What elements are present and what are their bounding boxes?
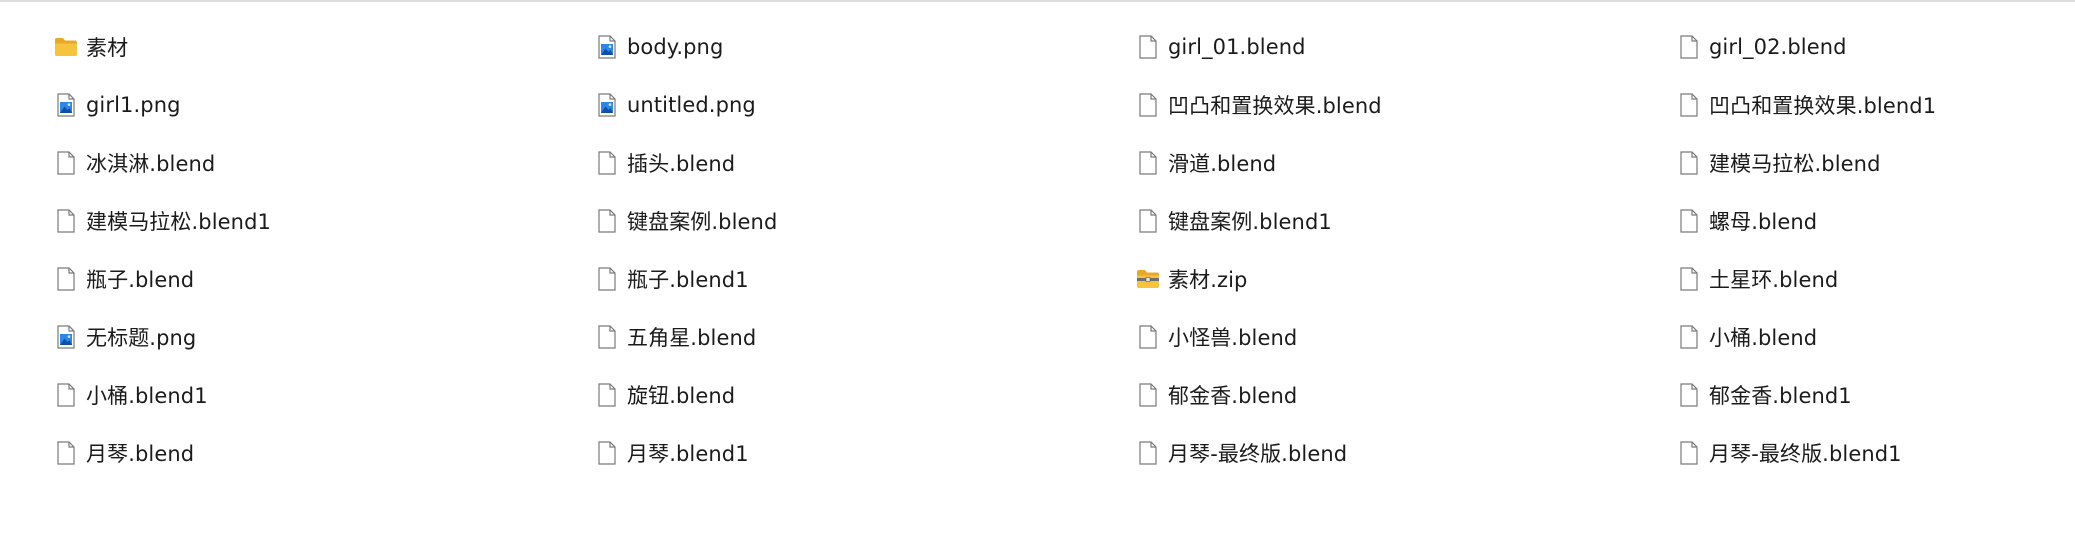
file-name: 滑道.blend — [1168, 152, 1277, 176]
file-icon — [595, 207, 619, 235]
file-item[interactable]: 郁金香.blend — [1136, 366, 1677, 424]
file-name: 月琴.blend — [86, 442, 195, 466]
file-name: 土星环.blend — [1709, 268, 1839, 292]
file-icon — [1677, 381, 1701, 409]
file-name: 小桶.blend — [1709, 326, 1818, 350]
file-icon — [1136, 207, 1160, 235]
file-icon — [1136, 149, 1160, 177]
file-icon — [1136, 323, 1160, 351]
file-name: 插头.blend — [627, 152, 736, 176]
file-name: 月琴-最终版.blend — [1168, 442, 1348, 466]
file-item[interactable]: 瓶子.blend1 — [595, 250, 1136, 308]
file-name: 小怪兽.blend — [1168, 326, 1298, 350]
file-icon — [1136, 33, 1160, 61]
file-name: 键盘案例.blend1 — [1168, 210, 1332, 234]
file-icon — [54, 265, 78, 293]
file-item[interactable]: 冰淇淋.blend — [54, 134, 595, 192]
file-icon — [1677, 265, 1701, 293]
file-item[interactable]: 月琴.blend — [54, 424, 595, 482]
file-name: 凹凸和置换效果.blend — [1168, 94, 1382, 118]
file-item[interactable]: 月琴-最终版.blend — [1136, 424, 1677, 482]
file-name: 素材.zip — [1168, 268, 1248, 292]
file-icon — [1677, 323, 1701, 351]
file-name: 瓶子.blend — [86, 268, 195, 292]
file-name: 月琴-最终版.blend1 — [1709, 442, 1902, 466]
file-name: 瓶子.blend1 — [627, 268, 749, 292]
file-item[interactable]: 无标题.png — [54, 308, 595, 366]
file-item[interactable]: 月琴-最终版.blend1 — [1677, 424, 2054, 482]
file-name: girl_02.blend — [1709, 35, 1847, 59]
file-icon — [1677, 33, 1701, 61]
file-icon — [54, 207, 78, 235]
file-item[interactable]: 螺母.blend — [1677, 192, 2054, 250]
file-item[interactable]: 插头.blend — [595, 134, 1136, 192]
file-icon — [595, 323, 619, 351]
file-icon — [1136, 381, 1160, 409]
file-item[interactable]: 月琴.blend1 — [595, 424, 1136, 482]
file-name: 五角星.blend — [627, 326, 757, 350]
file-name: 凹凸和置换效果.blend1 — [1709, 94, 1937, 118]
file-icon — [1677, 91, 1701, 119]
file-item[interactable]: 旋钮.blend — [595, 366, 1136, 424]
file-icon — [595, 265, 619, 293]
file-name: 螺母.blend — [1709, 210, 1818, 234]
file-item[interactable]: 建模马拉松.blend1 — [54, 192, 595, 250]
folder-icon — [54, 33, 78, 61]
image-file-icon — [595, 33, 619, 61]
file-item[interactable]: 凹凸和置换效果.blend1 — [1677, 76, 2054, 134]
image-file-icon — [595, 91, 619, 119]
file-item[interactable]: 小桶.blend1 — [54, 366, 595, 424]
file-icon — [1677, 207, 1701, 235]
file-item[interactable]: 凹凸和置换效果.blend — [1136, 76, 1677, 134]
file-name: 月琴.blend1 — [627, 442, 749, 466]
file-name: 郁金香.blend — [1168, 384, 1298, 408]
file-name: 冰淇淋.blend — [86, 152, 216, 176]
file-icon — [595, 381, 619, 409]
file-list: 素材 body.png girl_01.blend girl_02.blend … — [54, 18, 2054, 482]
file-item[interactable]: 键盘案例.blend1 — [1136, 192, 1677, 250]
file-name: 旋钮.blend — [627, 384, 736, 408]
file-item[interactable]: 土星环.blend — [1677, 250, 2054, 308]
file-item[interactable]: 小怪兽.blend — [1136, 308, 1677, 366]
file-icon — [595, 439, 619, 467]
file-name: untitled.png — [627, 93, 756, 117]
file-name: 键盘案例.blend — [627, 210, 778, 234]
file-item[interactable]: 郁金香.blend1 — [1677, 366, 2054, 424]
file-item[interactable]: girl_02.blend — [1677, 18, 2054, 76]
file-icon — [54, 439, 78, 467]
file-item[interactable]: 键盘案例.blend — [595, 192, 1136, 250]
file-item[interactable]: untitled.png — [595, 76, 1136, 134]
file-icon — [1136, 91, 1160, 119]
file-item[interactable]: 五角星.blend — [595, 308, 1136, 366]
file-icon — [1677, 439, 1701, 467]
zip-folder-icon — [1136, 265, 1160, 293]
file-name: 无标题.png — [86, 326, 197, 350]
file-item[interactable]: 素材.zip — [1136, 250, 1677, 308]
file-name: 素材 — [86, 36, 129, 60]
file-icon — [54, 149, 78, 177]
file-name: 小桶.blend1 — [86, 384, 208, 408]
file-item[interactable]: girl1.png — [54, 76, 595, 134]
file-icon — [595, 149, 619, 177]
file-item[interactable]: girl_01.blend — [1136, 18, 1677, 76]
image-file-icon — [54, 91, 78, 119]
file-item[interactable]: 小桶.blend — [1677, 308, 2054, 366]
file-name: girl_01.blend — [1168, 35, 1306, 59]
file-item[interactable]: 瓶子.blend — [54, 250, 595, 308]
file-name: 郁金香.blend1 — [1709, 384, 1852, 408]
file-name: 建模马拉松.blend1 — [86, 210, 271, 234]
file-name: girl1.png — [86, 93, 181, 117]
file-icon — [1136, 439, 1160, 467]
file-item[interactable]: 建模马拉松.blend — [1677, 134, 2054, 192]
top-divider — [0, 0, 2075, 2]
file-name: 建模马拉松.blend — [1709, 152, 1881, 176]
file-icon — [54, 381, 78, 409]
file-icon — [1677, 149, 1701, 177]
folder-item[interactable]: 素材 — [54, 18, 595, 76]
file-item[interactable]: 滑道.blend — [1136, 134, 1677, 192]
file-name: body.png — [627, 35, 724, 59]
image-file-icon — [54, 323, 78, 351]
file-item[interactable]: body.png — [595, 18, 1136, 76]
